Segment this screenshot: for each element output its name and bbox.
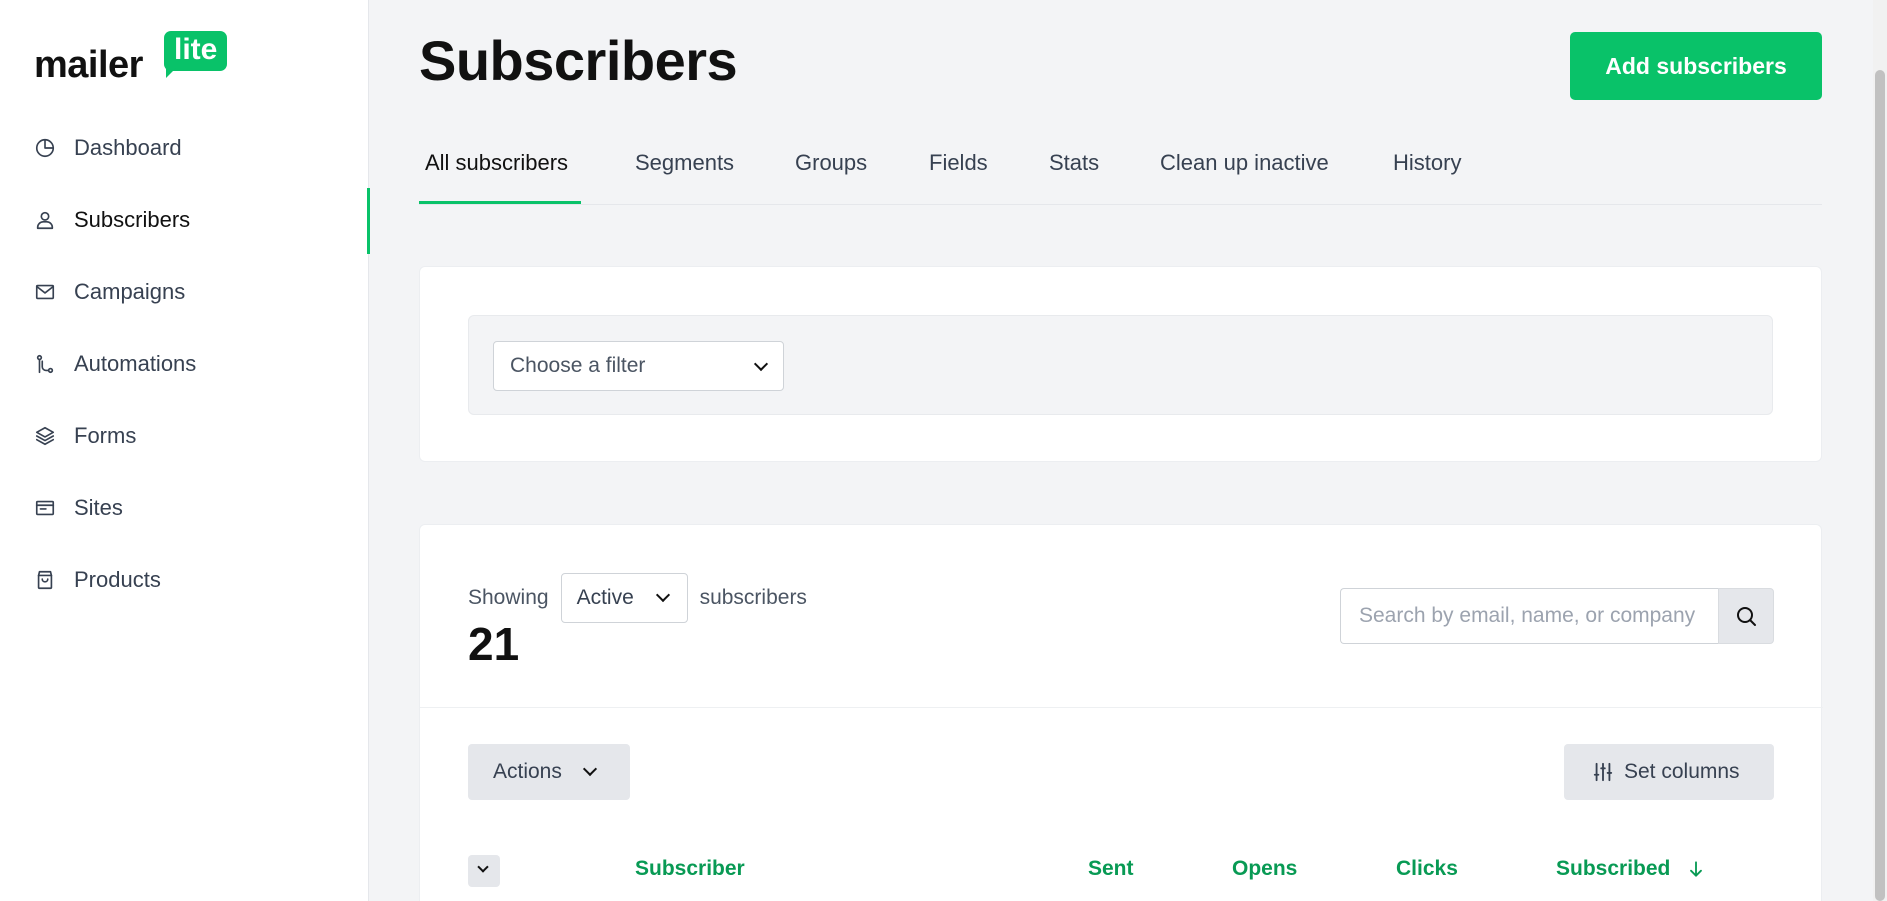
- tab-stats[interactable]: Stats: [1049, 150, 1099, 176]
- tab-history[interactable]: History: [1393, 150, 1461, 176]
- dashboard-icon: [34, 137, 56, 159]
- sidebar-item-label: Sites: [74, 495, 123, 520]
- status-dropdown-value: Active: [576, 586, 634, 609]
- subscriber-list-card: Showing Active subscribers 21 Actions Se…: [419, 524, 1823, 901]
- sidebar-item-label: Dashboard: [74, 135, 182, 160]
- logo-badge-tail: [166, 68, 176, 78]
- sort-arrow-down-icon: [1690, 861, 1703, 878]
- layers-icon: [34, 425, 56, 447]
- automation-icon: [34, 353, 56, 375]
- sliders-icon: [1593, 762, 1613, 782]
- sidebar-item-label: Automations: [74, 351, 197, 376]
- tab-fields[interactable]: Fields: [929, 150, 988, 176]
- sidebar-item-products[interactable]: Products: [0, 544, 369, 616]
- page-scrollbar[interactable]: [1873, 0, 1887, 901]
- status-dropdown[interactable]: Active: [560, 573, 688, 623]
- sidebar-item-campaigns[interactable]: Campaigns: [0, 256, 369, 328]
- actions-button[interactable]: Actions: [468, 744, 630, 800]
- select-all-dropdown[interactable]: [468, 855, 500, 887]
- filter-panel: Choose a filter: [468, 315, 1773, 415]
- sidebar-item-automations[interactable]: Automations: [0, 328, 369, 400]
- scrollbar-thumb[interactable]: [1875, 70, 1885, 901]
- sidebar-item-label: Campaigns: [74, 279, 186, 304]
- sidebar-nav: Dashboard Subscribers Campaigns Automati…: [0, 112, 370, 616]
- subscriber-count: 21: [468, 618, 520, 670]
- filter-card: Choose a filter: [419, 266, 1822, 462]
- column-header-subscribed-label: Subscribed: [1556, 857, 1671, 880]
- sidebar-item-label: Forms: [74, 423, 137, 448]
- page-title: Subscribers: [419, 29, 738, 92]
- filter-dropdown[interactable]: Choose a filter: [493, 341, 784, 391]
- logo-badge: lite: [164, 31, 228, 71]
- column-header-subscriber[interactable]: Subscriber: [635, 857, 745, 881]
- showing-label: Showing: [468, 586, 549, 609]
- sidebar: mailer lite Dashboard Subscribers Campai…: [0, 0, 370, 901]
- logo-word: mailer: [34, 44, 143, 86]
- chevron-down-icon: [582, 761, 598, 777]
- actions-button-label: Actions: [493, 760, 562, 783]
- sidebar-item-forms[interactable]: Forms: [0, 400, 369, 472]
- tab-all-subscribers[interactable]: All subscribers: [425, 150, 568, 176]
- set-columns-button[interactable]: Set columns: [1564, 744, 1774, 800]
- search-input[interactable]: [1340, 588, 1718, 644]
- column-header-sent[interactable]: Sent: [1088, 857, 1134, 881]
- main-content: Subscribers Add subscribers All subscrib…: [369, 0, 1887, 901]
- sidebar-item-sites[interactable]: Sites: [0, 472, 369, 544]
- subscribers-label: subscribers: [699, 586, 807, 609]
- set-columns-label: Set columns: [1624, 760, 1740, 783]
- tab-groups[interactable]: Groups: [795, 150, 867, 176]
- tab-clean-up-inactive[interactable]: Clean up inactive: [1160, 150, 1329, 176]
- app-root: mailer lite Dashboard Subscribers Campai…: [0, 0, 1887, 901]
- chevron-down-icon: [477, 861, 489, 873]
- sidebar-item-dashboard[interactable]: Dashboard: [0, 112, 369, 184]
- section-divider: [420, 707, 1823, 708]
- browser-icon: [34, 497, 56, 519]
- showing-row: Showing Active subscribers: [468, 573, 807, 623]
- active-tab-indicator: [419, 201, 581, 204]
- column-header-clicks[interactable]: Clicks: [1396, 857, 1458, 881]
- sidebar-item-subscribers[interactable]: Subscribers: [0, 184, 370, 256]
- tab-segments[interactable]: Segments: [635, 150, 734, 176]
- chevron-down-icon: [655, 587, 670, 603]
- column-header-opens[interactable]: Opens: [1232, 857, 1297, 881]
- add-subscribers-button[interactable]: Add subscribers: [1570, 32, 1822, 100]
- sidebar-item-label: Subscribers: [74, 207, 191, 232]
- search-icon: [1737, 607, 1756, 626]
- filter-dropdown-label: Choose a filter: [510, 354, 646, 377]
- chevron-down-icon: [753, 356, 769, 372]
- search-button[interactable]: [1718, 588, 1774, 644]
- bag-icon: [34, 569, 56, 591]
- user-icon: [34, 209, 56, 231]
- sidebar-item-label: Products: [74, 567, 161, 592]
- subscriber-tabs: All subscribers Segments Groups Fields S…: [419, 140, 1822, 205]
- column-header-subscribed[interactable]: Subscribed: [1556, 857, 1706, 881]
- mail-icon: [34, 281, 56, 303]
